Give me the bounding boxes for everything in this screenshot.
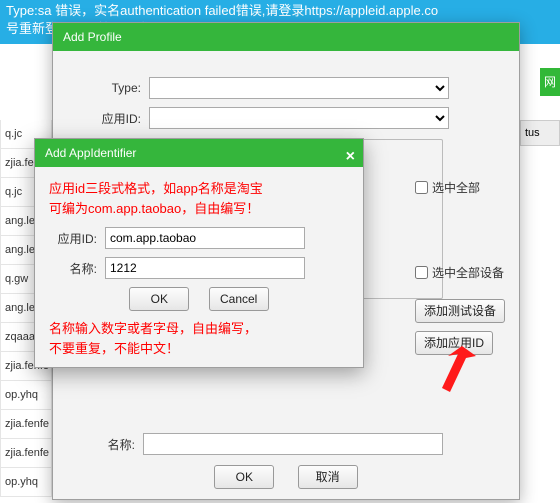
add-test-device-button[interactable]: 添加测试设备 xyxy=(415,299,505,323)
inner-ok-button[interactable]: OK xyxy=(129,287,189,311)
table-row: op.yhq xyxy=(0,468,52,497)
select-all-row[interactable]: 选中全部 xyxy=(415,179,480,196)
tip-line-3: 名称输入数字或者字母，自由编写， xyxy=(49,319,349,339)
tip-line-2: 可编为com.app.taobao，自由编写！ xyxy=(49,199,349,219)
table-row: zjia.fenfe xyxy=(0,439,52,468)
select-all-label: 选中全部 xyxy=(432,179,480,196)
type-select[interactable] xyxy=(149,77,449,99)
name-label-inner: 名称: xyxy=(49,260,105,277)
tip-line-1: 应用id三段式格式，如app名称是淘宝 xyxy=(49,179,349,199)
tip-line-4: 不要重复，不能中文！ xyxy=(49,339,349,359)
appid-select[interactable] xyxy=(149,107,449,129)
add-profile-title: Add Profile xyxy=(63,30,122,44)
name-input-inner[interactable] xyxy=(105,257,305,279)
add-appidentifier-titlebar[interactable]: Add AppIdentifier × xyxy=(35,139,363,167)
close-icon[interactable]: × xyxy=(346,143,355,171)
table-row: op.yhq xyxy=(0,381,52,410)
add-appidentifier-dialog: Add AppIdentifier × 应用id三段式格式，如app名称是淘宝 … xyxy=(34,138,364,368)
name-input-outer[interactable] xyxy=(143,433,443,455)
table-row: zjia.fenfe xyxy=(0,410,52,439)
select-all-devices-row[interactable]: 选中全部设备 xyxy=(415,264,504,281)
name-label-outer: 名称: xyxy=(63,436,143,453)
background-table-right: tus xyxy=(520,120,560,146)
add-appidentifier-title: Add AppIdentifier xyxy=(45,146,136,160)
select-all-devices-checkbox[interactable] xyxy=(415,266,428,279)
select-all-checkbox[interactable] xyxy=(415,181,428,194)
outer-cancel-button[interactable]: 取消 xyxy=(298,465,358,489)
add-profile-titlebar[interactable]: Add Profile xyxy=(53,23,519,51)
type-label: Type: xyxy=(69,81,149,95)
add-app-id-button[interactable]: 添加应用ID xyxy=(415,331,493,355)
table-header-status: tus xyxy=(520,120,560,146)
outer-ok-button[interactable]: OK xyxy=(214,465,274,489)
side-tab[interactable]: 网 xyxy=(540,68,560,96)
inner-cancel-button[interactable]: Cancel xyxy=(209,287,269,311)
appid-label-outer: 应用ID: xyxy=(69,110,149,127)
appid-input[interactable] xyxy=(105,227,305,249)
select-all-devices-label: 选中全部设备 xyxy=(432,264,504,281)
appid-label-inner: 应用ID: xyxy=(49,230,105,247)
banner-line1: Type:sa 错误，实名authentication failed错误,请登录… xyxy=(6,2,554,20)
